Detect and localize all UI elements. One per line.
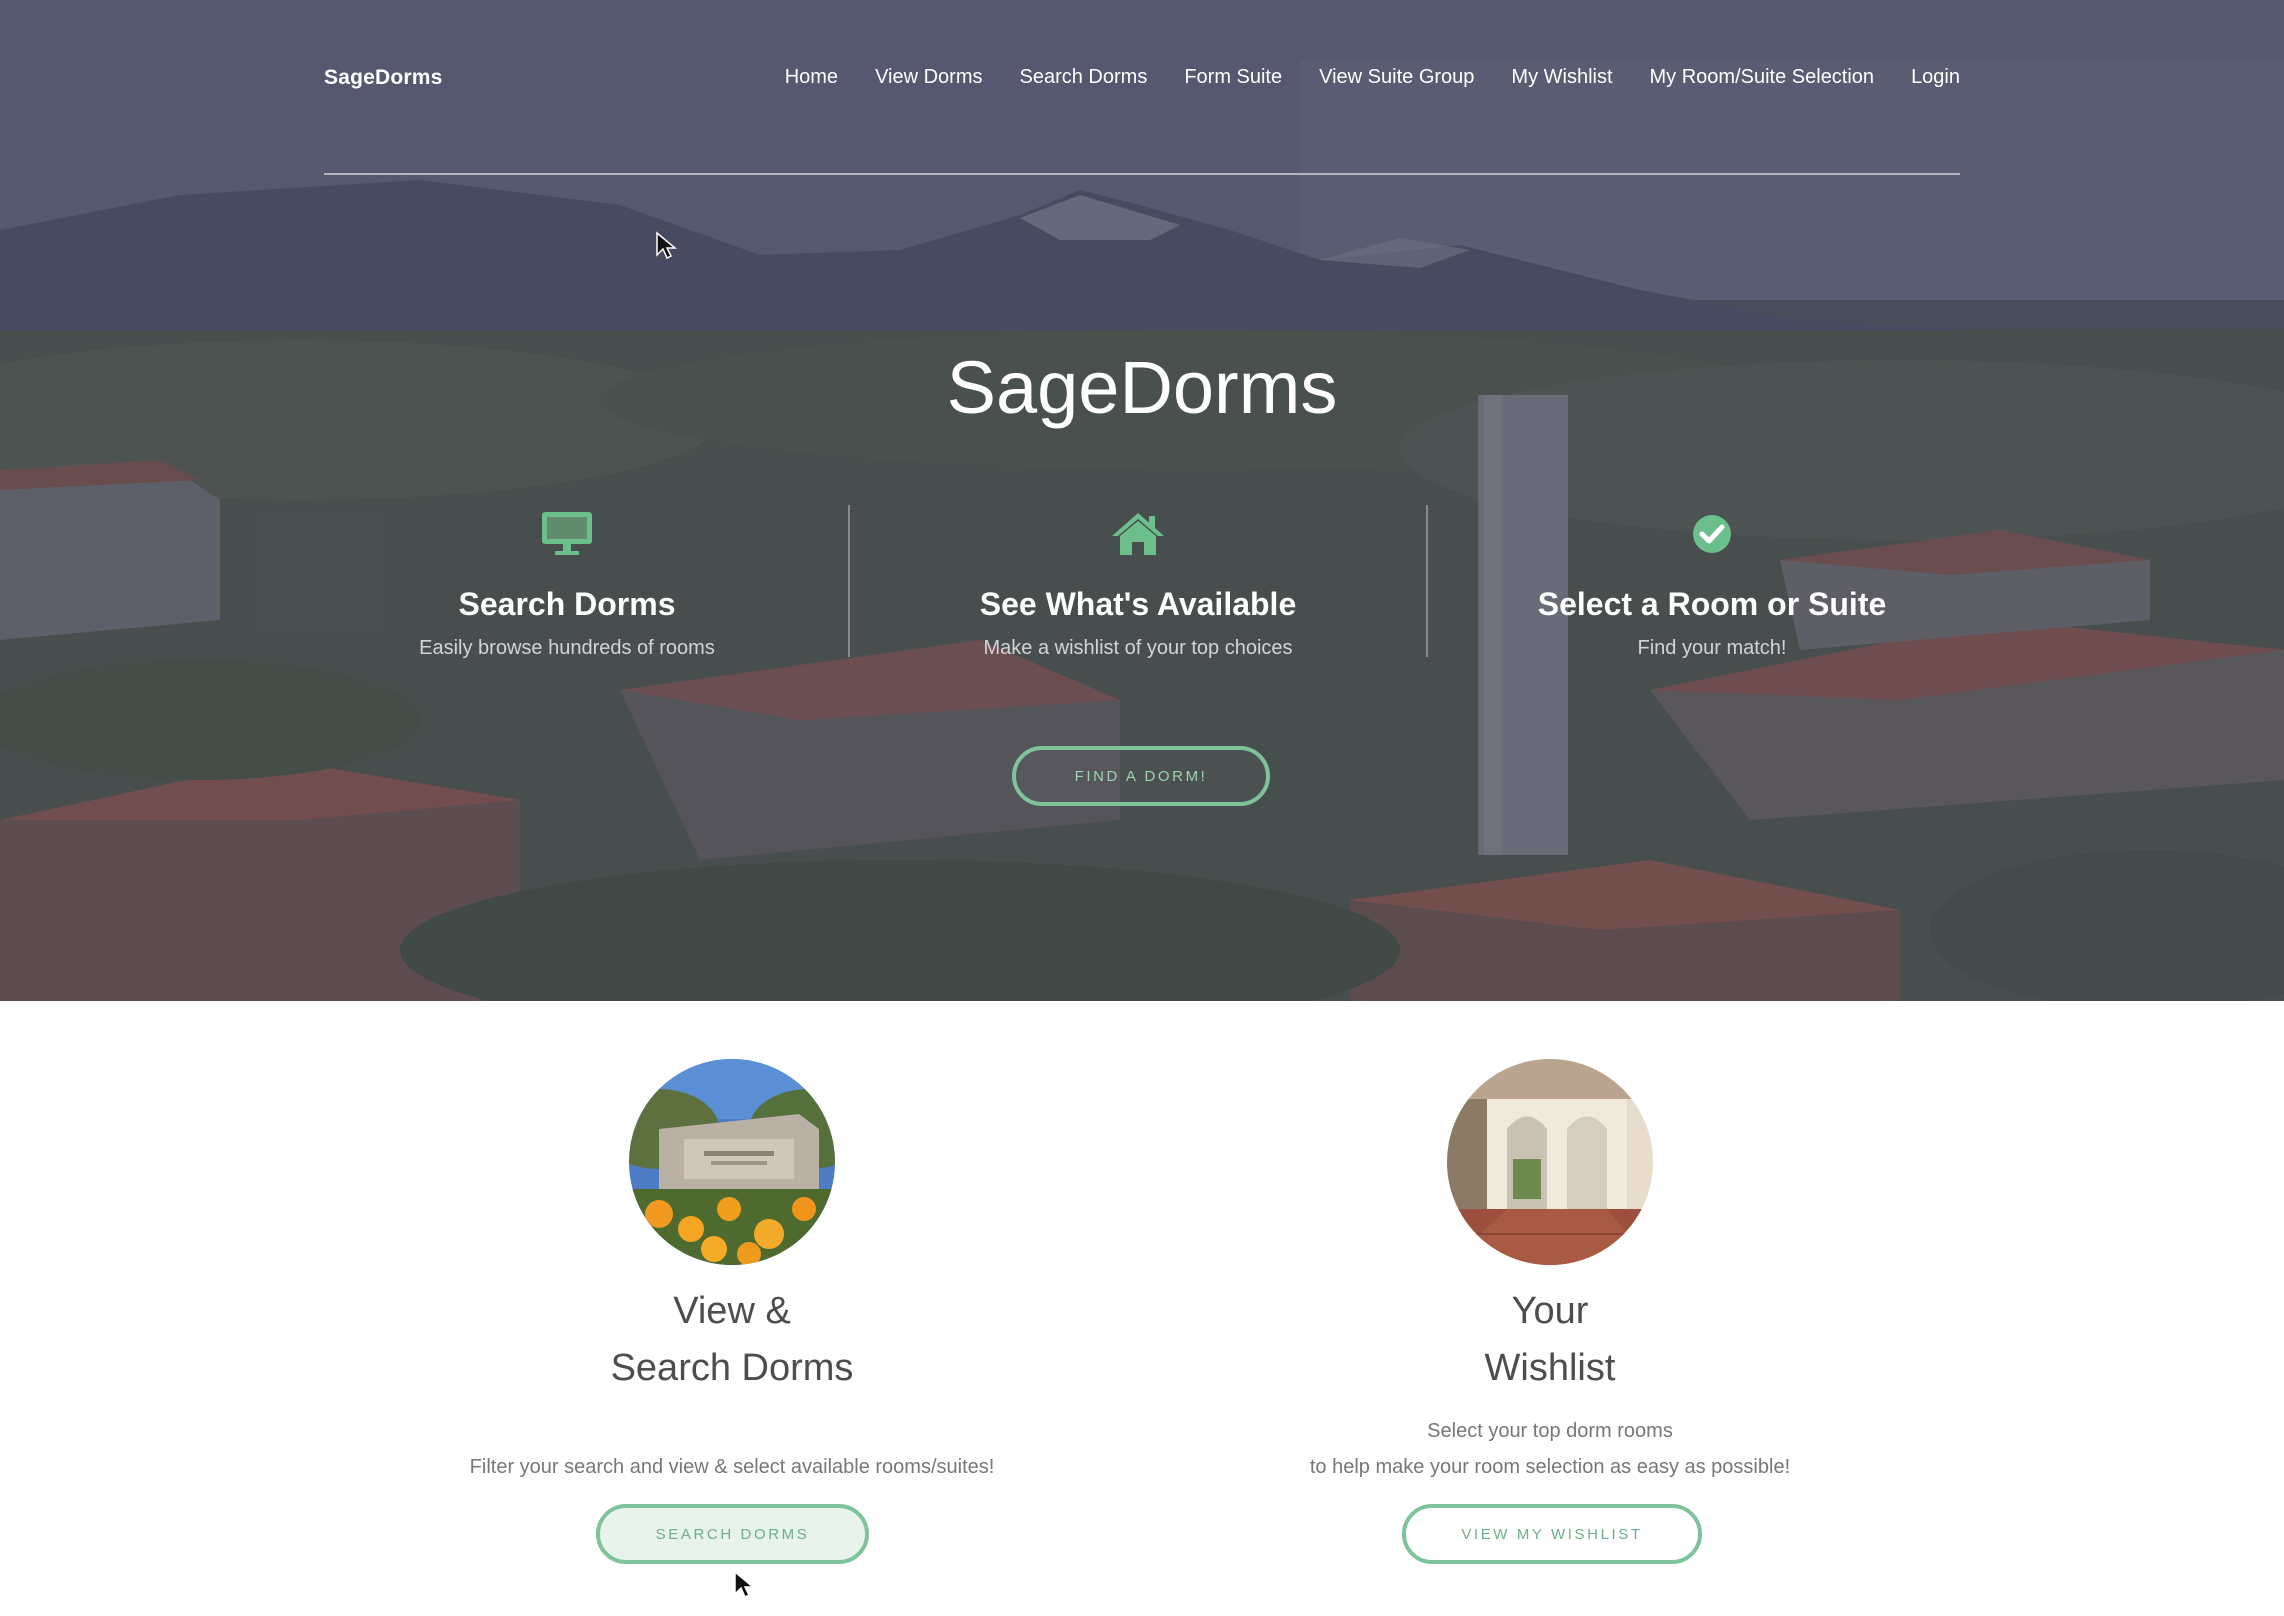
pomona-college-sign-image (629, 1059, 835, 1265)
check-circle-icon (1693, 515, 1731, 553)
nav-link-view-dorms[interactable]: View Dorms (875, 66, 982, 89)
nav-link-view-suite-group[interactable]: View Suite Group (1319, 66, 1474, 89)
brand-logo-link[interactable]: SageDorms (324, 66, 443, 90)
feature-subtitle: Make a wishlist of your top choices (983, 637, 1293, 659)
card-text-line (382, 1413, 1082, 1449)
feature-divider (1426, 505, 1428, 657)
card-title-line: Search Dorms (610, 1347, 854, 1389)
feature-subtitle: Easily browse hundreds of rooms (419, 637, 715, 659)
hero-section: SageDorms Home View Dorms Search Dorms F… (0, 0, 2284, 1001)
card-description: Filter your search and view & select ava… (382, 1413, 1082, 1485)
card-text-line: Filter your search and view & select ava… (469, 1456, 995, 1478)
card-text-line: to help make your room selection as easy… (1309, 1456, 1791, 1478)
monitor-icon (542, 512, 592, 555)
arcade-walkway-image (1447, 1059, 1653, 1265)
nav-link-home[interactable]: Home (785, 66, 838, 89)
card-view-search-dorms: View & Search Dorms Filter your search a… (382, 1059, 1082, 1485)
card-title-line: View & (673, 1290, 791, 1332)
nav-link-form-suite[interactable]: Form Suite (1184, 66, 1282, 89)
card-your-wishlist: Your Wishlist Select your top dorm rooms… (1200, 1059, 1900, 1485)
top-navbar: SageDorms Home View Dorms Search Dorms F… (324, 52, 1960, 110)
nav-link-search-dorms[interactable]: Search Dorms (1020, 66, 1148, 89)
nav-divider (324, 173, 1960, 175)
feature-select-room: Select a Room or Suite Find your match! (1432, 510, 1992, 660)
feature-divider (848, 505, 850, 657)
home-icon (1112, 513, 1164, 555)
mouse-cursor-icon (734, 1570, 755, 1599)
view-my-wishlist-button[interactable]: VIEW MY WISHLIST (1402, 1504, 1702, 1564)
feature-see-available: See What's Available Make a wishlist of … (858, 510, 1418, 660)
feature-title: Search Dorms (458, 586, 676, 622)
nav-link-my-wishlist[interactable]: My Wishlist (1511, 66, 1612, 89)
card-text-line: Select your top dorm rooms (1427, 1420, 1673, 1442)
card-title-line: Your (1511, 1290, 1589, 1332)
card-title: View & Search Dorms (382, 1283, 1082, 1397)
feature-title: Select a Room or Suite (1537, 586, 1887, 622)
hero-title: SageDorms (946, 346, 1338, 429)
search-dorms-button[interactable]: SEARCH DORMS (596, 1504, 869, 1564)
feature-search-dorms: Search Dorms Easily browse hundreds of r… (287, 510, 847, 660)
nav-link-login[interactable]: Login (1911, 66, 1960, 89)
feature-title: See What's Available (979, 586, 1297, 622)
feature-subtitle: Find your match! (1637, 637, 1787, 659)
nav-links: Home View Dorms Search Dorms Form Suite … (785, 66, 1960, 89)
find-a-dorm-button[interactable]: FIND A DORM! (1012, 746, 1270, 806)
card-title-line: Wishlist (1484, 1347, 1616, 1389)
hero-overlay (0, 0, 2284, 1001)
card-description: Select your top dorm rooms to help make … (1200, 1413, 1900, 1485)
nav-link-my-room-suite-selection[interactable]: My Room/Suite Selection (1650, 66, 1875, 89)
card-title: Your Wishlist (1200, 1283, 1900, 1397)
mouse-cursor-icon (656, 231, 677, 260)
